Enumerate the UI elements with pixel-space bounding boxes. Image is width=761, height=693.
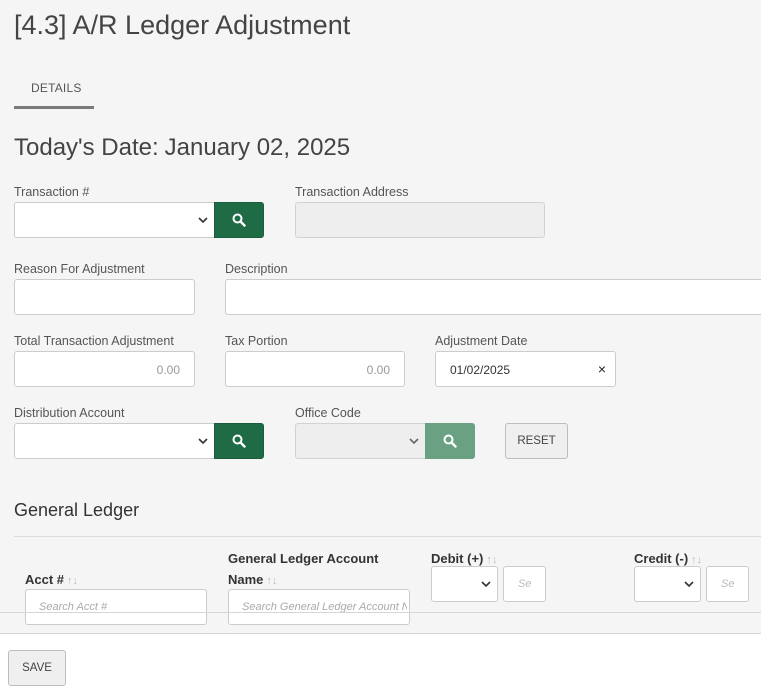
save-button[interactable]: SAVE bbox=[8, 650, 66, 686]
tab-details-label: DETAILS bbox=[31, 81, 82, 95]
column-header-gl-name[interactable]: General Ledger Account Name ↑↓ bbox=[228, 548, 408, 592]
credit-search-placeholder: Se bbox=[721, 578, 735, 590]
column-header-credit-label: Credit (-) bbox=[634, 551, 689, 566]
sort-icon[interactable]: ↑↓ bbox=[266, 575, 277, 587]
sort-icon[interactable]: ↑↓ bbox=[486, 554, 497, 566]
column-header-acct-label: Acct # bbox=[25, 572, 65, 587]
page-title: [4.3] A/R Ledger Adjustment bbox=[14, 10, 351, 40]
todays-date-label: Today's Date: bbox=[14, 134, 159, 161]
chevron-down-icon bbox=[684, 581, 694, 588]
debit-search-placeholder: Se bbox=[518, 578, 532, 590]
sort-icon[interactable]: ↑↓ bbox=[67, 575, 78, 587]
total-adjustment-input[interactable]: 0.00 bbox=[14, 351, 195, 387]
todays-date-value: January 02, 2025 bbox=[164, 134, 351, 161]
office-code-search-button bbox=[425, 423, 475, 459]
office-code-select bbox=[295, 423, 426, 459]
search-acct-input[interactable]: Search Acct # bbox=[25, 589, 207, 625]
chevron-down-icon bbox=[198, 438, 208, 445]
column-header-gl-name-line2: Name bbox=[228, 572, 264, 587]
total-adjustment-label: Total Transaction Adjustment bbox=[14, 334, 174, 348]
tab-details[interactable]: DETAILS bbox=[14, 66, 94, 109]
office-code-label: Office Code bbox=[295, 406, 361, 420]
column-header-gl-name-line1: General Ledger Account bbox=[228, 551, 379, 566]
transaction-select[interactable] bbox=[14, 202, 215, 238]
transaction-label: Transaction # bbox=[14, 185, 90, 199]
distribution-account-select[interactable] bbox=[14, 423, 215, 459]
total-adjustment-value: 0.00 bbox=[156, 363, 180, 377]
chevron-down-icon bbox=[409, 438, 419, 445]
description-label: Description bbox=[225, 262, 288, 276]
transaction-address-label: Transaction Address bbox=[295, 185, 409, 199]
transaction-address-field bbox=[295, 202, 545, 238]
adjustment-date-input[interactable]: 01/02/2025 × bbox=[435, 351, 616, 387]
search-icon bbox=[232, 213, 246, 227]
reset-button[interactable]: RESET bbox=[505, 423, 568, 459]
adjustment-date-label: Adjustment Date bbox=[435, 334, 528, 348]
chevron-down-icon bbox=[198, 217, 208, 224]
reason-input[interactable] bbox=[14, 279, 195, 315]
search-icon bbox=[443, 434, 457, 448]
search-gl-name-input[interactable]: Search General Ledger Account Name bbox=[228, 589, 410, 625]
grid-bottom-divider bbox=[0, 612, 761, 613]
reason-label: Reason For Adjustment bbox=[14, 262, 145, 276]
tax-portion-label: Tax Portion bbox=[225, 334, 288, 348]
credit-operator-select[interactable] bbox=[634, 566, 701, 602]
search-icon bbox=[232, 434, 246, 448]
adjustment-date-value: 01/02/2025 bbox=[450, 363, 511, 377]
debit-operator-select[interactable] bbox=[431, 566, 498, 602]
distribution-account-search-button[interactable] bbox=[214, 423, 264, 459]
credit-search-input[interactable]: Se bbox=[706, 566, 749, 602]
todays-date: Today's Date: January 02, 2025 bbox=[14, 134, 350, 162]
tax-portion-input[interactable]: 0.00 bbox=[225, 351, 405, 387]
sort-icon[interactable]: ↑↓ bbox=[691, 554, 702, 566]
clear-icon[interactable]: × bbox=[598, 361, 606, 377]
description-input[interactable] bbox=[225, 279, 761, 315]
debit-search-input[interactable]: Se bbox=[503, 566, 546, 602]
distribution-account-label: Distribution Account bbox=[14, 406, 125, 420]
chevron-down-icon bbox=[481, 581, 491, 588]
transaction-search-button[interactable] bbox=[214, 202, 264, 238]
grid-divider bbox=[14, 536, 761, 537]
footer-bar: SAVE bbox=[0, 633, 761, 693]
tax-portion-value: 0.00 bbox=[366, 363, 390, 377]
column-header-debit-label: Debit (+) bbox=[431, 551, 484, 566]
general-ledger-title: General Ledger bbox=[14, 500, 140, 520]
